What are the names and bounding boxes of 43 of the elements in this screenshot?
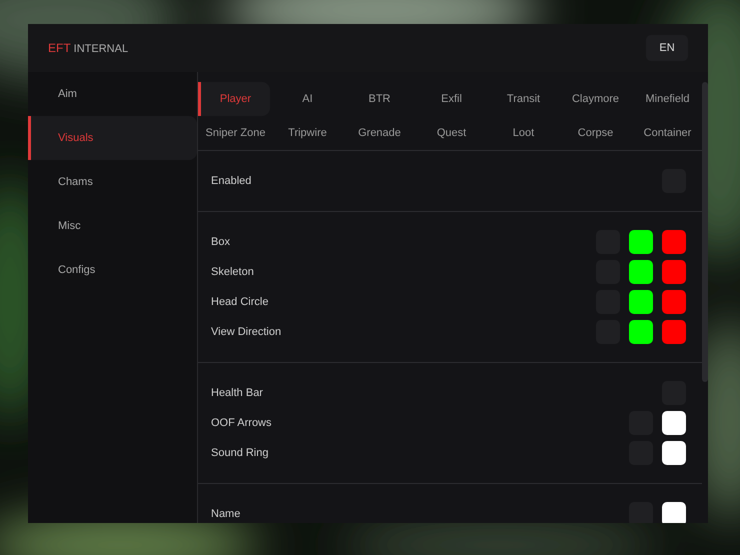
tab[interactable]: Loot (486, 116, 558, 150)
option-label: OOF Arrows (211, 416, 272, 431)
brand-name: EFT (48, 40, 71, 57)
color-swatch[interactable] (629, 260, 653, 284)
language-button[interactable]: EN (646, 35, 688, 61)
option-label: Sound Ring (211, 446, 268, 461)
app-title: INTERNAL (74, 42, 128, 57)
tab[interactable]: BTR (342, 82, 414, 116)
color-swatch[interactable] (662, 260, 686, 284)
color-swatch[interactable] (629, 290, 653, 314)
color-swatch[interactable] (662, 230, 686, 254)
tab[interactable]: Tripwire (270, 116, 342, 150)
option-label: Box (211, 234, 230, 250)
color-swatch[interactable] (662, 411, 686, 435)
option-label: Skeleton (211, 264, 254, 280)
tab[interactable]: Transit (486, 82, 558, 116)
color-swatch[interactable] (629, 320, 653, 344)
color-swatch[interactable] (662, 290, 686, 314)
tab[interactable]: Claymore (558, 82, 630, 116)
option-label: Name (211, 506, 240, 522)
tab[interactable]: Minefield (630, 82, 702, 116)
tab[interactable]: Container (630, 116, 702, 150)
tab[interactable]: Player (198, 82, 270, 116)
option-label: View Direction (211, 324, 282, 340)
tab[interactable]: Corpse (558, 116, 630, 150)
sidebar-item[interactable]: Visuals (28, 116, 197, 160)
option-label: Health Bar (211, 386, 263, 401)
tab[interactable]: AI (270, 82, 342, 116)
option-label: Head Circle (211, 294, 268, 310)
color-swatch[interactable] (629, 230, 653, 254)
sidebar-item[interactable]: Configs (28, 248, 197, 292)
option-label: Enabled (211, 174, 252, 189)
tab[interactable]: Exfil (414, 82, 486, 116)
color-swatch[interactable] (662, 441, 686, 465)
tab[interactable]: Quest (414, 116, 486, 150)
sidebar-item[interactable]: Aim (28, 72, 197, 116)
scrollbar[interactable] (702, 82, 708, 382)
sidebar-item[interactable]: Chams (28, 160, 197, 204)
color-swatch[interactable] (662, 320, 686, 344)
tab[interactable]: Sniper Zone (198, 116, 270, 150)
sidebar-item[interactable]: Misc (28, 204, 197, 248)
tab[interactable]: Grenade (342, 116, 414, 150)
color-swatch[interactable] (662, 502, 686, 523)
